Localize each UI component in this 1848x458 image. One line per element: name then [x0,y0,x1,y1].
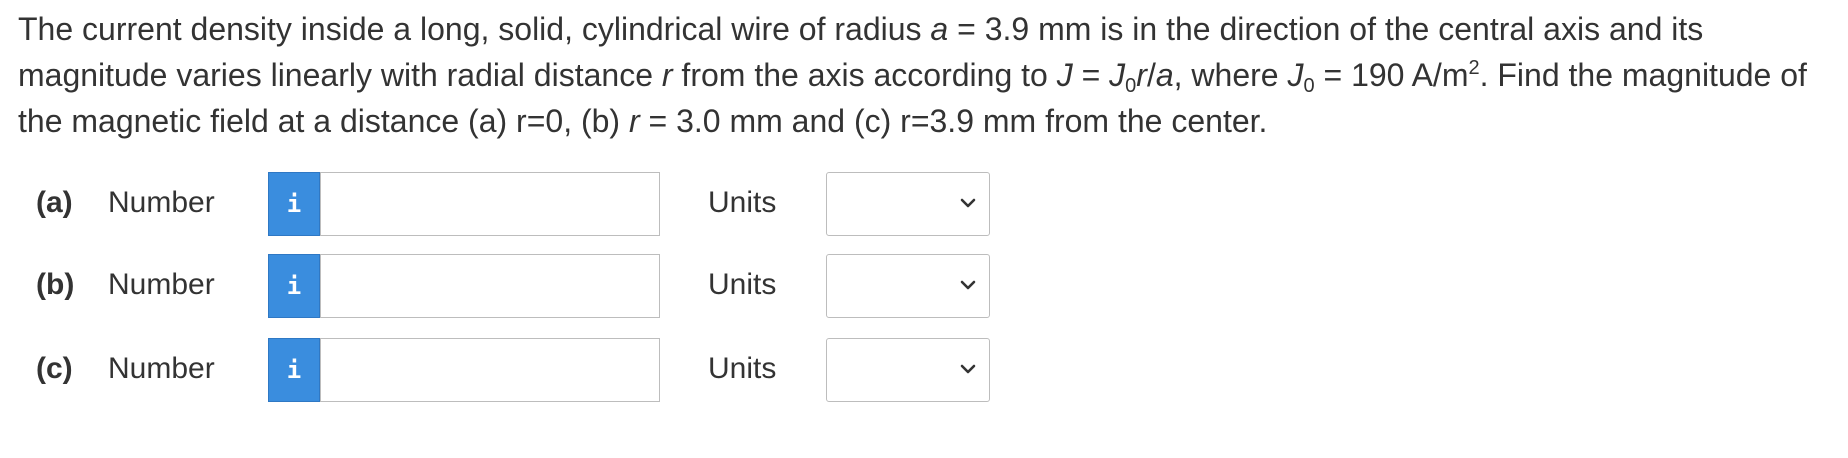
var-r: r [661,57,673,93]
var-r: r [628,103,640,139]
info-icon: i [286,190,302,218]
chevron-down-icon [960,364,976,374]
info-icon: i [286,356,302,384]
units-dropdown[interactable] [826,254,990,318]
part-label: (c) [36,352,73,385]
var-J: J [1056,57,1073,93]
question-text: The current density inside a long, solid… [18,6,1838,144]
units-dropdown[interactable] [826,338,990,402]
number-label: Number [108,268,215,301]
subscript: 0 [1303,75,1315,97]
superscript: 2 [1468,57,1480,79]
answer-row-c: (c) Number i Units [0,338,1848,404]
chevron-down-icon [960,198,976,208]
units-label: Units [708,186,777,219]
number-label: Number [108,186,215,219]
chevron-down-icon [960,280,976,290]
number-input[interactable] [320,172,660,236]
question-text-part: , where [1173,57,1288,93]
answer-row-a: (a) Number i Units [0,172,1848,238]
var-a: a [930,11,949,47]
question-text-part: = 3.0 mm and (c) r=3.9 mm from the cente… [639,103,1268,139]
question-text-part: = [1072,57,1110,93]
var-a: a [1155,57,1174,93]
part-label: (b) [36,268,75,301]
var-J0: J [1109,57,1126,93]
question-text-part: = 190 A/m [1314,57,1469,93]
answer-row-b: (b) Number i Units [0,254,1848,320]
info-button[interactable]: i [268,338,320,402]
question-text-part: The current density inside a long, solid… [18,11,931,47]
info-button[interactable]: i [268,172,320,236]
units-dropdown[interactable] [826,172,990,236]
part-label: (a) [36,186,73,219]
var-J0: J [1287,57,1304,93]
info-icon: i [286,272,302,300]
number-input[interactable] [320,338,660,402]
var-r: r [1136,57,1147,93]
units-label: Units [708,268,777,301]
question-text-part: / [1146,57,1156,93]
units-label: Units [708,352,777,385]
info-button[interactable]: i [268,254,320,318]
subscript: 0 [1125,75,1137,97]
number-label: Number [108,352,215,385]
question-text-part: from the axis according to [672,57,1057,93]
number-input[interactable] [320,254,660,318]
